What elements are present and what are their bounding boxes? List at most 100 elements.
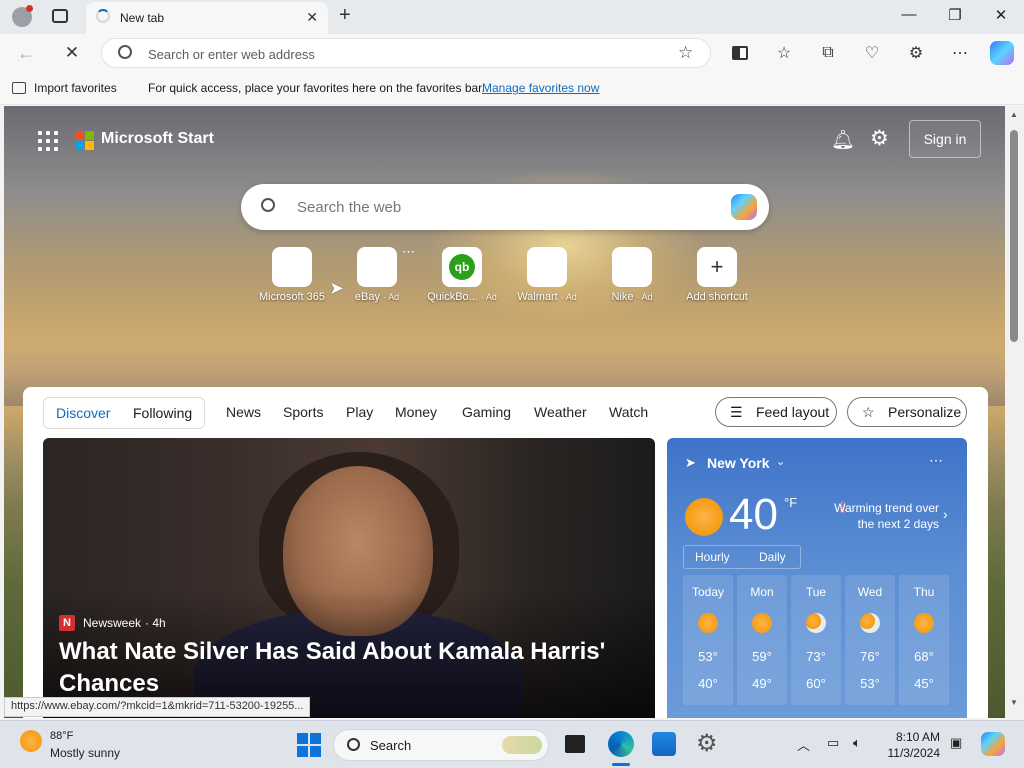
forecast-low: 49° [752,676,772,691]
import-favorites-button[interactable]: Import favorites [34,81,117,95]
copilot-icon[interactable] [731,194,757,220]
clock[interactable]: 8:10 AM 11/3/2024 [880,729,941,761]
volume-icon[interactable]: 🔈︎ [853,735,861,751]
shortcut-label: QuickBo... [427,291,478,303]
chevron-right-icon[interactable]: › [943,506,948,522]
search-icon [347,738,360,751]
weather-unit: °F [784,495,798,510]
browser-essentials-icon[interactable]: ♡ [862,43,882,63]
close-window-button[interactable]: ✕ [986,6,1016,24]
tray-overflow-icon[interactable]: ︿ [797,735,810,754]
web-search-box[interactable]: Search the web [241,184,769,230]
notification-center-icon[interactable]: ▣ [950,735,962,751]
brand-title[interactable]: Microsoft Start [101,130,214,148]
address-bar[interactable]: Search or enter web address ☆ [101,38,711,68]
search-highlight-icon [502,736,542,754]
shortcut-nike[interactable]: Nike · Ad [590,247,674,303]
shortcut-quickbooks[interactable]: qb QuickBo... · Ad [420,247,504,303]
taskbar-search[interactable]: Search [333,729,549,761]
tab-hourly[interactable]: Hourly [695,550,730,564]
taskbar-weather-condition[interactable]: Mostly sunny [50,746,120,760]
tab-daily[interactable]: Daily [759,550,786,564]
more-menu-icon[interactable]: ⋯ [950,43,970,63]
forecast-day[interactable]: Mon 59° 49° [737,575,787,705]
profile-icon[interactable] [12,5,33,27]
restore-button[interactable]: ❐ [940,6,970,24]
forecast-high: 53° [698,649,718,664]
tab-following[interactable]: Following [133,405,192,421]
personalize-label: Personalize [888,404,962,420]
copilot-taskbar-icon[interactable] [981,732,1005,756]
network-icon[interactable]: ▭ [827,735,839,751]
weather-widget-icon[interactable] [20,730,42,752]
chevron-down-icon[interactable]: ⌄ [776,455,785,468]
favorite-star-icon[interactable]: ☆ [678,43,693,63]
task-view-icon[interactable] [565,735,585,753]
minimize-button[interactable]: — [894,6,924,23]
weather-more-icon[interactable]: ⋯ [929,452,943,469]
forecast-day[interactable]: Wed 76° 53° [845,575,895,705]
status-bar-url: https://www.ebay.com/?mkcid=1&mkrid=711-… [4,697,311,717]
weather-card[interactable]: ➤ New York ⌄ ⋯ 40 °F 🌡︎ Warming trend ov… [667,438,967,718]
edge-app-icon[interactable] [608,731,634,757]
shortcut-microsoft-365[interactable]: Microsoft 365 [250,247,334,303]
forecast-low: 45° [914,676,934,691]
personalize-button[interactable]: ☆ Personalize [847,397,967,427]
weather-trend[interactable]: Warming trend over the next 2 days [829,500,939,532]
sign-in-button[interactable]: Sign in [909,120,981,158]
tab-discover[interactable]: Discover [56,405,110,421]
new-tab-button[interactable]: + [339,4,351,27]
shortcut-more-icon[interactable]: ⋯ [402,244,415,260]
start-button[interactable] [297,733,321,757]
nav-sports[interactable]: Sports [283,404,323,420]
search-icon [118,45,132,59]
tab-new-tab[interactable]: New tab ✕ [86,2,328,34]
nav-gaming[interactable]: Gaming [462,404,511,420]
weather-city[interactable]: New York [707,455,770,471]
scrollbar-thumb[interactable] [1010,130,1018,342]
split-screen-icon[interactable] [730,43,750,63]
nav-money[interactable]: Money [395,404,437,420]
hero-article-card[interactable]: N Newsweek · 4h What Nate Silver Has Sai… [43,438,655,718]
scroll-down-icon[interactable]: ▼ [1010,698,1018,707]
article-headline[interactable]: What Nate Silver Has Said About Kamala H… [59,636,639,700]
news-feed: Discover Following News Sports Play Mone… [23,387,988,718]
loading-icon [96,9,110,23]
page-scrollbar[interactable]: ▲ ▼ [1005,106,1024,718]
nav-play[interactable]: Play [346,404,373,420]
feed-layout-button[interactable]: ☰ Feed layout [715,397,837,427]
weather-temperature: 40 [729,490,778,539]
add-shortcut-button[interactable]: + Add shortcut [675,247,759,303]
back-icon[interactable]: ← [16,43,36,63]
taskbar-weather-temp[interactable]: 88°F [50,730,73,742]
clock-date: 11/3/2024 [887,746,941,760]
forecast-day[interactable]: Thu 68° 45° [899,575,949,705]
nav-weather[interactable]: Weather [534,404,587,420]
nav-watch[interactable]: Watch [609,404,648,420]
tab-actions-icon[interactable] [52,9,68,23]
search-icon [261,198,275,212]
collections-icon[interactable]: ⧉ [818,43,838,63]
forecast-day[interactable]: Today 53° 40° [683,575,733,705]
ad-badge: · Ad [560,292,577,302]
stop-loading-icon[interactable]: ✕ [62,43,82,63]
sunny-icon [914,613,934,633]
forecast-day[interactable]: Tue 73° 60° [791,575,841,705]
extensions-icon[interactable]: ⚙ [906,43,926,63]
clock-time: 8:10 AM [895,730,940,744]
notifications-icon[interactable]: 🔔︎ [831,128,855,152]
nav-news[interactable]: News [226,404,261,420]
sliders-icon: ☰ [730,404,743,420]
browser-toolbar: ← ✕ Search or enter web address ☆ ☆ ⧉ ♡ … [0,34,1024,72]
store-app-icon[interactable] [652,732,676,756]
settings-icon[interactable]: ⚙ [870,126,889,151]
mouse-cursor: ➤ [329,278,345,298]
manage-favorites-link[interactable]: Manage favorites now [482,81,599,95]
settings-app-icon[interactable]: ⚙ [696,729,718,758]
app-launcher-icon[interactable] [38,131,58,151]
close-tab-icon[interactable]: ✕ [306,9,318,26]
favorites-icon[interactable]: ☆ [774,43,794,63]
scroll-up-icon[interactable]: ▲ [1010,110,1018,119]
shortcut-walmart[interactable]: Walmart · Ad [505,247,589,303]
copilot-icon[interactable] [990,41,1014,65]
